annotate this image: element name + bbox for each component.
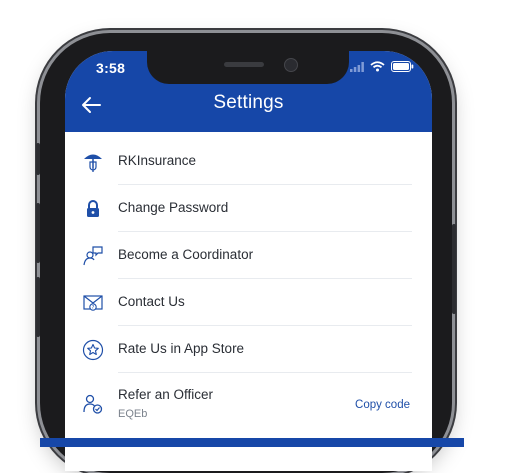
svg-text:?: ? xyxy=(92,305,95,311)
settings-item-contact-us[interactable]: ? Contact Us xyxy=(65,279,432,326)
settings-list: RKInsurance Change Password Become a Coo… xyxy=(65,132,432,471)
star-icon xyxy=(82,339,104,361)
phone-power-button xyxy=(452,224,456,314)
settings-item-become-coordinator[interactable]: Become a Coordinator xyxy=(65,232,432,279)
settings-item-label: Contact Us xyxy=(118,294,185,309)
bottom-accent-bar xyxy=(40,438,464,447)
phone-screen: 3:58 Settings RKInsurance Change Passwor… xyxy=(65,51,432,471)
refer-officer-icon xyxy=(83,394,103,414)
signal-icon xyxy=(350,61,364,72)
status-time: 3:58 xyxy=(96,60,126,76)
battery-icon xyxy=(391,61,414,72)
wifi-icon xyxy=(370,61,385,72)
settings-item-rate-us[interactable]: Rate Us in App Store xyxy=(65,326,432,373)
phone-notch xyxy=(147,51,349,84)
settings-item-change-password[interactable]: Change Password xyxy=(65,185,432,232)
status-icons xyxy=(350,61,414,72)
page-title: Settings xyxy=(213,92,284,113)
settings-item-label: Become a Coordinator xyxy=(118,247,254,262)
settings-item-label: Rate Us in App Store xyxy=(118,341,245,356)
settings-item-label: Change Password xyxy=(118,200,229,215)
settings-item-label: RKInsurance xyxy=(118,153,197,168)
copy-code-link[interactable]: Copy code xyxy=(355,399,410,411)
envelope-icon: ? xyxy=(83,295,103,311)
referral-code: EQEb xyxy=(118,408,148,420)
lock-icon xyxy=(87,200,99,217)
app-header: 3:58 Settings xyxy=(65,51,432,132)
settings-item-rkinsurance[interactable]: RKInsurance xyxy=(65,138,432,185)
settings-item-label: Refer an Officer xyxy=(118,387,214,402)
speaker-grille xyxy=(224,62,264,67)
front-camera xyxy=(284,58,298,72)
phone-volume-down-button xyxy=(36,277,40,337)
umbrella-icon xyxy=(84,154,102,172)
phone-volume-up-button xyxy=(36,203,40,263)
coordinator-icon xyxy=(83,246,103,266)
phone-mute-button xyxy=(36,143,40,175)
